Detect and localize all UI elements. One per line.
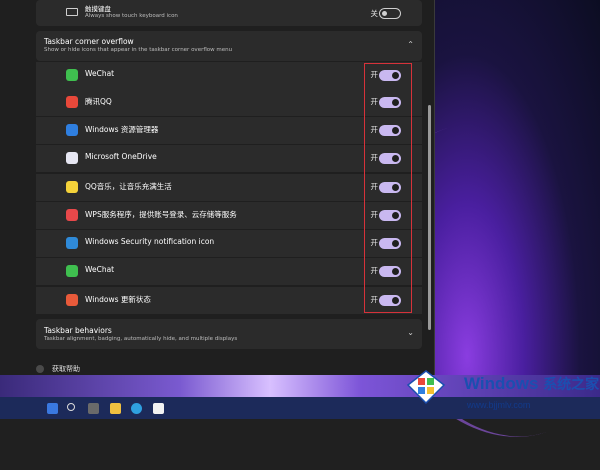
touch-keyboard-toggle[interactable] bbox=[379, 8, 401, 19]
edge-icon[interactable] bbox=[131, 403, 142, 414]
overflow-section-subtitle: Show or hide icons that appear in the ta… bbox=[44, 47, 233, 53]
keyboard-icon bbox=[66, 8, 78, 16]
behaviors-section-subtitle: Taskbar alignment, badging, automaticall… bbox=[44, 336, 238, 342]
watermark-brand-cn: 系统之家 bbox=[543, 376, 600, 392]
app-icon bbox=[66, 294, 78, 306]
desktop-wallpaper bbox=[330, 0, 600, 470]
app-label: WPS服务程序，提供账号登录、云存储等服务 bbox=[85, 210, 237, 219]
app-label: QQ音乐，让音乐充满生活 bbox=[85, 182, 172, 191]
app-label: WeChat bbox=[85, 265, 115, 274]
app-icon bbox=[66, 152, 78, 164]
app-icon bbox=[66, 237, 78, 249]
chevron-up-icon[interactable]: ⌃ bbox=[407, 40, 414, 49]
app-icon bbox=[66, 96, 78, 108]
app-label: Microsoft OneDrive bbox=[85, 152, 157, 161]
app-icon bbox=[66, 209, 78, 221]
app-label: Windows Security notification icon bbox=[85, 237, 215, 246]
app-label: 腾讯QQ bbox=[85, 97, 112, 106]
app-icon bbox=[66, 181, 78, 193]
scrollbar[interactable] bbox=[428, 105, 431, 330]
touch-keyboard-subtitle: Always show touch keyboard icon bbox=[85, 13, 178, 19]
overflow-section-title: Taskbar corner overflow bbox=[44, 37, 134, 46]
app-label: Windows 资源管理器 bbox=[85, 125, 159, 134]
toggle-knob bbox=[382, 11, 387, 16]
app-icon bbox=[66, 69, 78, 81]
toggle-highlight-box bbox=[364, 63, 412, 313]
behaviors-section-title: Taskbar behaviors bbox=[44, 326, 112, 335]
app-icon bbox=[66, 265, 78, 277]
store-icon[interactable] bbox=[153, 403, 164, 414]
touch-keyboard-row[interactable]: 触摸键盘 Always show touch keyboard icon 关 bbox=[36, 0, 422, 26]
watermark-brand-en: Windows bbox=[464, 374, 539, 393]
file-explorer-icon[interactable] bbox=[110, 403, 121, 414]
app-label: Windows 更新状态 bbox=[85, 295, 151, 304]
help-link[interactable]: 获取帮助 bbox=[52, 364, 80, 374]
search-icon[interactable] bbox=[67, 403, 75, 411]
overflow-section-header[interactable]: Taskbar corner overflow Show or hide ico… bbox=[36, 31, 422, 61]
app-icon bbox=[66, 124, 78, 136]
touch-keyboard-toggle-label: 关 bbox=[370, 9, 379, 18]
windows-logo-icon bbox=[406, 370, 446, 405]
task-view-icon[interactable] bbox=[88, 403, 99, 414]
watermark-url: www.bjjmlv.com bbox=[467, 400, 531, 410]
chevron-down-icon[interactable]: ⌄ bbox=[407, 328, 414, 337]
touch-keyboard-title: 触摸键盘 bbox=[85, 5, 111, 13]
help-icon[interactable] bbox=[36, 365, 44, 373]
behaviors-section-header[interactable]: Taskbar behaviors Taskbar alignment, bad… bbox=[36, 319, 422, 349]
watermark: Windows 系统之家 www.bjjmlv.com bbox=[392, 360, 600, 419]
app-label: WeChat bbox=[85, 69, 115, 78]
start-icon[interactable] bbox=[47, 403, 58, 414]
watermark-brand: Windows 系统之家 bbox=[464, 374, 599, 394]
